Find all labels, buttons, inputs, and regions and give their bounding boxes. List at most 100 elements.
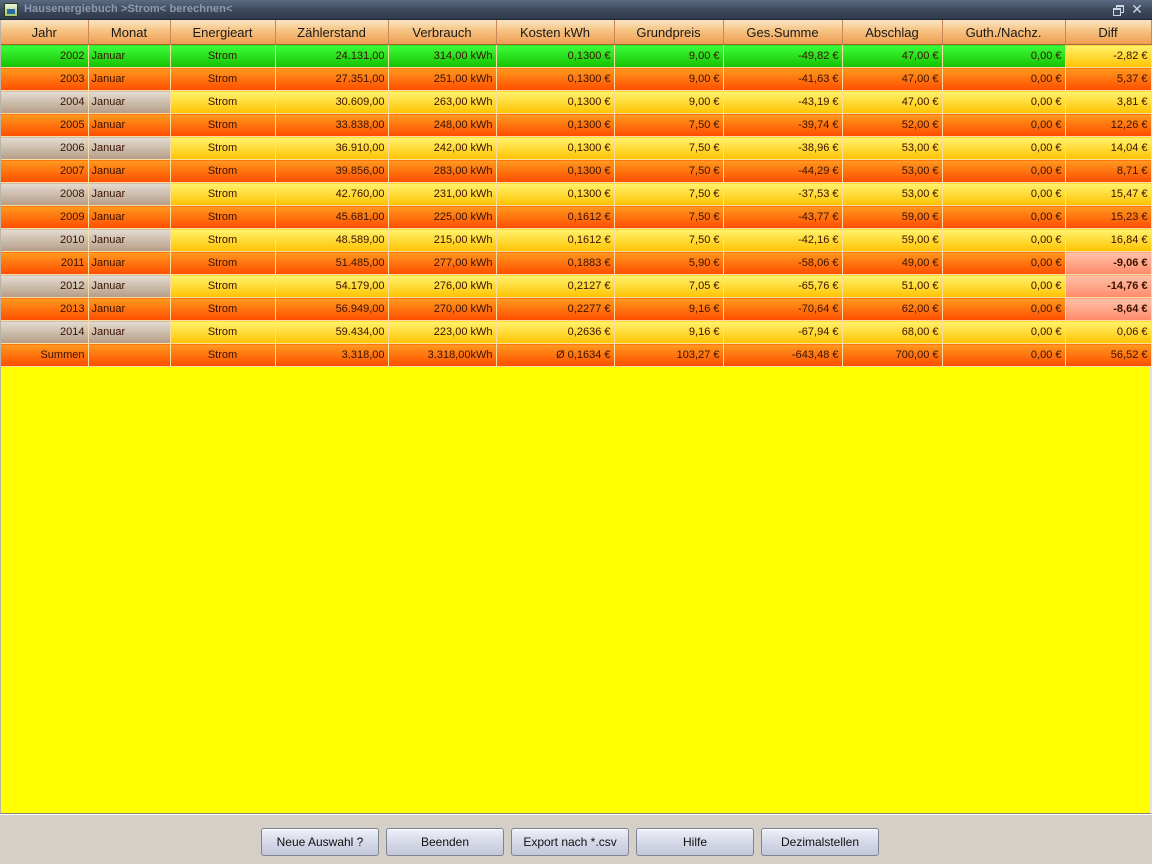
cell-guth-nachz[interactable]: 0,00 € bbox=[942, 136, 1066, 160]
cell-monat[interactable]: Januar bbox=[88, 274, 171, 298]
cell-monat[interactable]: Januar bbox=[88, 44, 171, 68]
column-header-verbrauch[interactable]: Verbrauch bbox=[388, 20, 497, 45]
cell-jahr[interactable]: 2007 bbox=[1, 159, 89, 183]
cell-abschlag[interactable]: 53,00 € bbox=[842, 159, 943, 183]
cell-jahr[interactable]: 2010 bbox=[1, 228, 89, 252]
cell-abschlag[interactable]: 68,00 € bbox=[842, 320, 943, 344]
cell-kosten-kwh[interactable]: 0,1300 € bbox=[496, 90, 615, 114]
cell-zaehlerstand[interactable]: 24.131,00 bbox=[275, 44, 389, 68]
cell-energieart[interactable]: Strom bbox=[170, 136, 276, 160]
cell-monat[interactable]: Januar bbox=[88, 113, 171, 137]
cell-jahr[interactable]: 2004 bbox=[1, 90, 89, 114]
cell-zaehlerstand[interactable]: 36.910,00 bbox=[275, 136, 389, 160]
cell-ges-summe[interactable]: -65,76 € bbox=[723, 274, 843, 298]
decimal-places-button[interactable]: Dezimalstellen bbox=[761, 828, 879, 856]
cell-diff[interactable]: -2,82 € bbox=[1065, 44, 1152, 68]
cell-monat[interactable]: Januar bbox=[88, 67, 171, 91]
cell-abschlag[interactable]: 47,00 € bbox=[842, 90, 943, 114]
table-row[interactable]: 2004 Januar Strom 30.609,00 263,00 kWh 0,1300… bbox=[1, 90, 1152, 114]
cell-grundpreis[interactable]: 7,50 € bbox=[614, 205, 724, 229]
table-row[interactable]: 2010 Januar Strom 48.589,00 215,00 kWh 0,1612… bbox=[1, 228, 1152, 252]
cell-verbrauch[interactable]: 215,00 kWh bbox=[388, 228, 497, 252]
cell-kosten-kwh[interactable]: 0,1300 € bbox=[496, 44, 615, 68]
cell-energieart[interactable]: Strom bbox=[170, 67, 276, 91]
table-row[interactable]: 2002 Januar Strom 24.131,00 314,00 kWh 0,1300… bbox=[1, 44, 1152, 68]
cell-diff[interactable]: 14,04 € bbox=[1065, 136, 1152, 160]
cell-diff[interactable]: -14,76 € bbox=[1065, 274, 1152, 298]
cell-ges-summe[interactable]: -44,29 € bbox=[723, 159, 843, 183]
cell-abschlag[interactable]: 53,00 € bbox=[842, 136, 943, 160]
cell-verbrauch[interactable]: 263,00 kWh bbox=[388, 90, 497, 114]
cell-abschlag[interactable]: 53,00 € bbox=[842, 182, 943, 206]
cell-energieart[interactable]: Strom bbox=[170, 44, 276, 68]
cell-verbrauch[interactable]: 231,00 kWh bbox=[388, 182, 497, 206]
cell-diff[interactable]: 5,37 € bbox=[1065, 67, 1152, 91]
cell-ges-summe[interactable]: -643,48 € bbox=[723, 343, 843, 367]
column-header-monat[interactable]: Monat bbox=[88, 20, 171, 45]
cell-monat[interactable]: Januar bbox=[88, 136, 171, 160]
cell-kosten-kwh[interactable]: Ø 0,1634 € bbox=[496, 343, 615, 367]
cell-verbrauch[interactable]: 270,00 kWh bbox=[388, 297, 497, 321]
cell-jahr[interactable]: 2011 bbox=[1, 251, 89, 275]
cell-grundpreis[interactable]: 9,16 € bbox=[614, 297, 724, 321]
cell-diff[interactable]: 16,84 € bbox=[1065, 228, 1152, 252]
column-header-diff[interactable]: Diff bbox=[1065, 20, 1152, 45]
cell-abschlag[interactable]: 51,00 € bbox=[842, 274, 943, 298]
cell-energieart[interactable]: Strom bbox=[170, 343, 276, 367]
cell-verbrauch[interactable]: 225,00 kWh bbox=[388, 205, 497, 229]
column-header-zaehlerstand[interactable]: Zählerstand bbox=[275, 20, 389, 45]
cell-grundpreis[interactable]: 7,50 € bbox=[614, 136, 724, 160]
cell-monat[interactable]: Januar bbox=[88, 159, 171, 183]
table-row[interactable]: 2003 Januar Strom 27.351,00 251,00 kWh 0,1300… bbox=[1, 67, 1152, 91]
cell-kosten-kwh[interactable]: 0,1612 € bbox=[496, 205, 615, 229]
cell-jahr[interactable]: Summen bbox=[1, 343, 89, 367]
cell-verbrauch[interactable]: 314,00 kWh bbox=[388, 44, 497, 68]
cell-zaehlerstand[interactable]: 42.760,00 bbox=[275, 182, 389, 206]
cell-grundpreis[interactable]: 103,27 € bbox=[614, 343, 724, 367]
cell-zaehlerstand[interactable]: 3.318,00 bbox=[275, 343, 389, 367]
cell-grundpreis[interactable]: 9,00 € bbox=[614, 90, 724, 114]
cell-guth-nachz[interactable]: 0,00 € bbox=[942, 90, 1066, 114]
cell-kosten-kwh[interactable]: 0,1300 € bbox=[496, 67, 615, 91]
cell-zaehlerstand[interactable]: 54.179,00 bbox=[275, 274, 389, 298]
cell-monat[interactable]: Januar bbox=[88, 205, 171, 229]
cell-kosten-kwh[interactable]: 0,2277 € bbox=[496, 297, 615, 321]
cell-ges-summe[interactable]: -41,63 € bbox=[723, 67, 843, 91]
cell-verbrauch[interactable]: 242,00 kWh bbox=[388, 136, 497, 160]
cell-kosten-kwh[interactable]: 0,2127 € bbox=[496, 274, 615, 298]
column-header-abschlag[interactable]: Abschlag bbox=[842, 20, 943, 45]
cell-ges-summe[interactable]: -42,16 € bbox=[723, 228, 843, 252]
column-header-jahr[interactable]: Jahr bbox=[1, 20, 89, 45]
export-csv-button[interactable]: Export nach *.csv bbox=[511, 828, 629, 856]
cell-kosten-kwh[interactable]: 0,2636 € bbox=[496, 320, 615, 344]
cell-zaehlerstand[interactable]: 51.485,00 bbox=[275, 251, 389, 275]
cell-verbrauch[interactable]: 277,00 kWh bbox=[388, 251, 497, 275]
cell-diff[interactable]: 15,47 € bbox=[1065, 182, 1152, 206]
cell-guth-nachz[interactable]: 0,00 € bbox=[942, 274, 1066, 298]
cell-jahr[interactable]: 2012 bbox=[1, 274, 89, 298]
summary-row[interactable]: Summen Strom 3.318,00 3.318,00kWh Ø 0,1634 €… bbox=[1, 343, 1152, 367]
table-row[interactable]: 2011 Januar Strom 51.485,00 277,00 kWh 0,1883… bbox=[1, 251, 1152, 275]
cell-diff[interactable]: 0,06 € bbox=[1065, 320, 1152, 344]
cell-energieart[interactable]: Strom bbox=[170, 251, 276, 275]
cell-jahr[interactable]: 2008 bbox=[1, 182, 89, 206]
cell-zaehlerstand[interactable]: 33.838,00 bbox=[275, 113, 389, 137]
cell-guth-nachz[interactable]: 0,00 € bbox=[942, 159, 1066, 183]
cell-verbrauch[interactable]: 283,00 kWh bbox=[388, 159, 497, 183]
column-header-energieart[interactable]: Energieart bbox=[170, 20, 276, 45]
cell-jahr[interactable]: 2002 bbox=[1, 44, 89, 68]
cell-ges-summe[interactable]: -58,06 € bbox=[723, 251, 843, 275]
cell-monat[interactable]: Januar bbox=[88, 297, 171, 321]
cell-verbrauch[interactable]: 223,00 kWh bbox=[388, 320, 497, 344]
cell-energieart[interactable]: Strom bbox=[170, 228, 276, 252]
cell-energieart[interactable]: Strom bbox=[170, 90, 276, 114]
cell-ges-summe[interactable]: -43,19 € bbox=[723, 90, 843, 114]
cell-guth-nachz[interactable]: 0,00 € bbox=[942, 320, 1066, 344]
cell-monat[interactable]: Januar bbox=[88, 228, 171, 252]
cell-verbrauch[interactable]: 251,00 kWh bbox=[388, 67, 497, 91]
cell-energieart[interactable]: Strom bbox=[170, 159, 276, 183]
cell-kosten-kwh[interactable]: 0,1300 € bbox=[496, 113, 615, 137]
cell-diff[interactable]: 3,81 € bbox=[1065, 90, 1152, 114]
cell-grundpreis[interactable]: 7,05 € bbox=[614, 274, 724, 298]
cell-energieart[interactable]: Strom bbox=[170, 113, 276, 137]
